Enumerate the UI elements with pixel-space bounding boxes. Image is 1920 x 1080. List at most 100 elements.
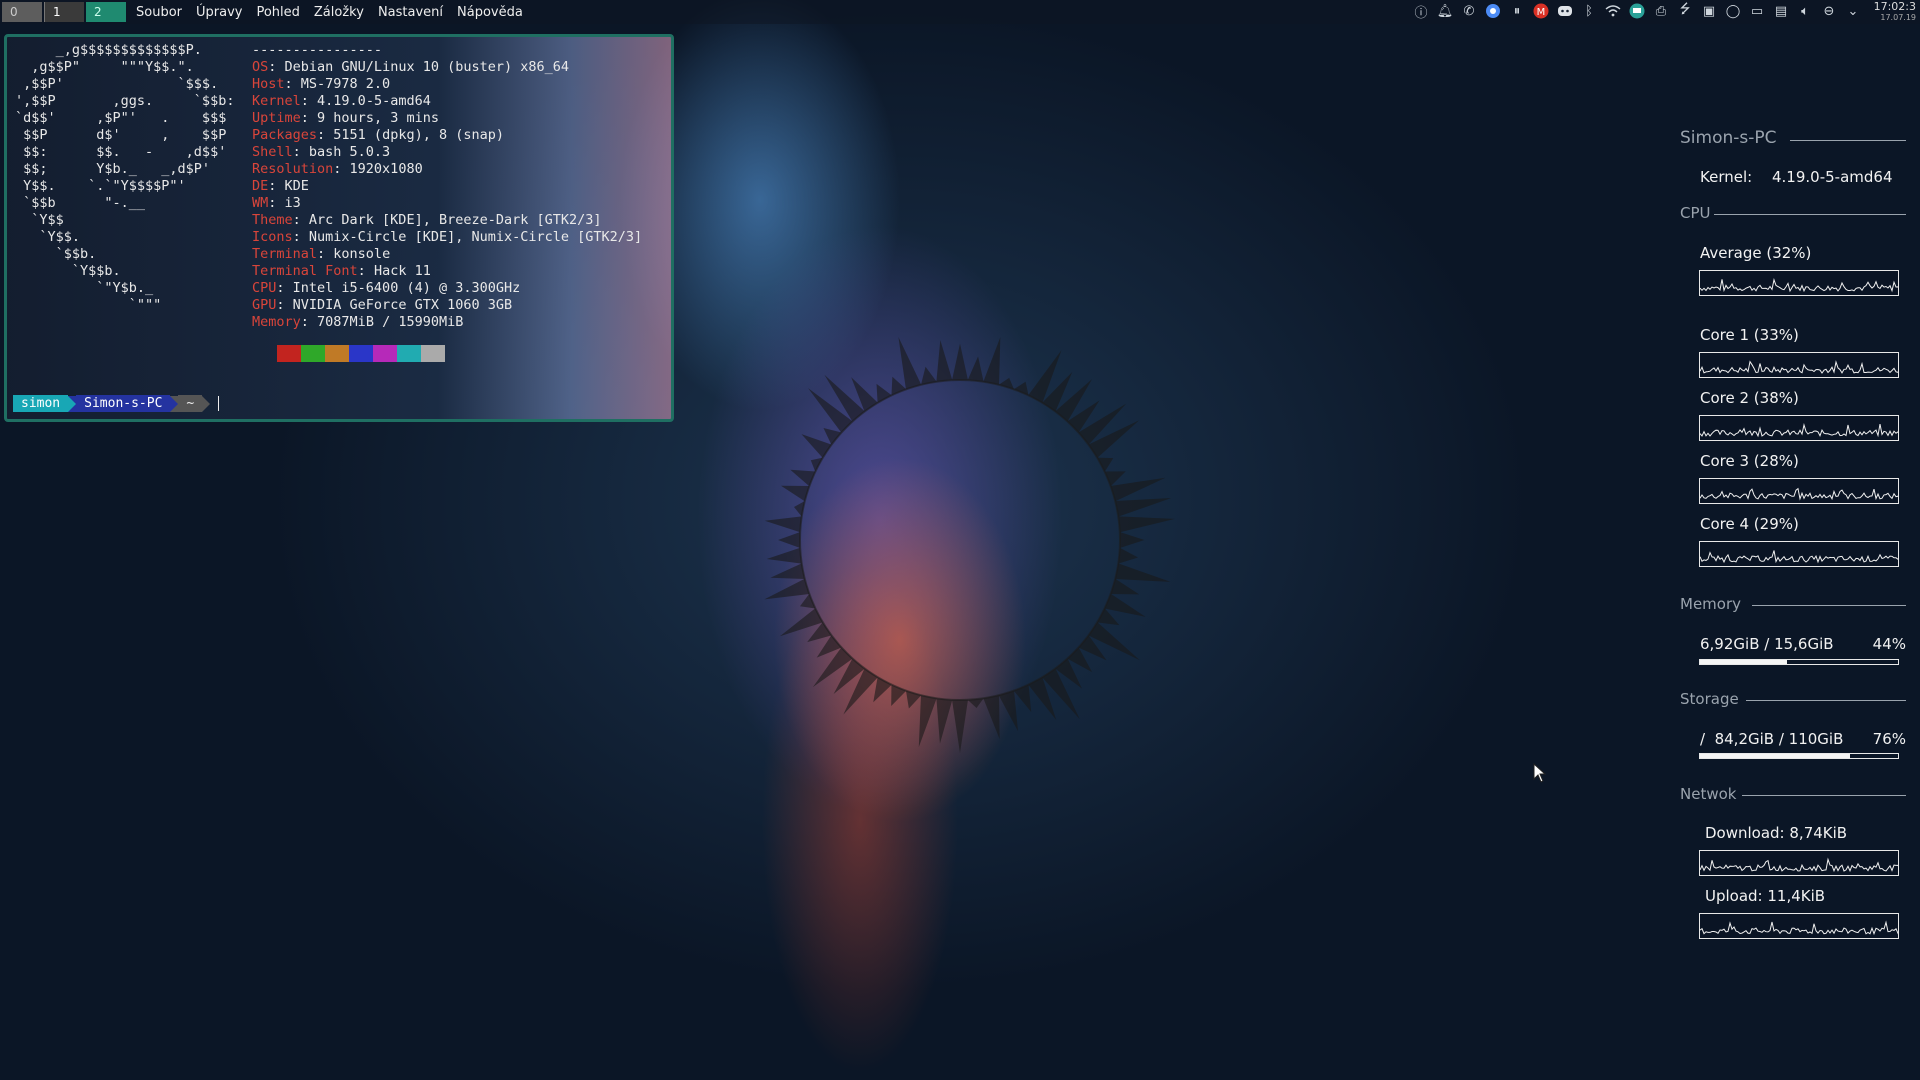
info-key: Theme [252,212,293,228]
shell-prompt[interactable]: simon Simon-s-PC ~ [13,395,220,412]
whatsapp-icon[interactable]: ✆ [1460,2,1478,20]
info-key: Terminal Font [252,263,358,279]
visualizer-spike [898,337,922,390]
info-key: WM [252,195,269,211]
memory-section-title: Memory [1680,595,1906,615]
color-swatch [349,345,373,362]
storage-bar [1699,753,1899,759]
info-key: Packages [252,127,318,143]
info-row: DE: KDE [252,178,642,195]
bluetooth-icon[interactable]: ᛒ [1580,2,1598,20]
cpu-core-graph [1699,352,1899,378]
visualizer-spike [1118,547,1138,564]
bulb-icon[interactable]: ◯ [1724,2,1742,20]
display-icon[interactable]: ▭ [1748,2,1766,20]
memory-percent: 44% [1872,635,1906,653]
menu-napoveda[interactable]: Nápověda [457,5,523,20]
konsole-terminal-window[interactable]: _,g$$$$$$$$$$$$$P. ,g$$P" """Y$$.". ,$$P… [4,34,674,422]
info-row: Resolution: 1920x1080 [252,161,642,178]
cpu-core-graph [1699,541,1899,567]
visualizer-spike [891,684,907,707]
info-row: Uptime: 9 hours, 3 mins [252,110,642,127]
color-swatch [397,345,421,362]
menu-pohled[interactable]: Pohled [256,5,299,20]
discord-icon[interactable] [1556,2,1574,20]
info-key: Host [252,76,285,92]
visualizer-spike [1115,497,1172,517]
info-value: Intel i5-6400 (4) @ 3.300GHz [292,280,521,296]
info-colon: : [300,110,318,126]
info-row: GPU: NVIDIA GeForce GTX 1060 3GB [252,297,642,314]
text-cursor [218,396,220,411]
update-icon[interactable]: ⊖ [1820,2,1838,20]
clock-time: 17:02:3 [1873,0,1916,13]
wifi-icon[interactable] [1604,2,1622,20]
host-section-title: Simon-s-PC [1680,128,1906,148]
cpu-core-label: Core 2 (38%) [1700,389,1799,407]
memory-title: Memory [1680,595,1742,613]
bell-icon[interactable]: 🔔︎ [1436,2,1454,20]
menu-upravy[interactable]: Úpravy [196,5,242,20]
info-value: 4.19.0-5-amd64 [317,93,431,109]
volume-icon[interactable]: 🔈︎ [1796,2,1814,20]
printer-icon[interactable]: ⎙ [1652,2,1670,20]
workspace-0-button[interactable]: 0 [2,2,42,22]
visualizer-spike [764,516,802,533]
gmail-icon[interactable]: M [1532,2,1550,20]
info-icon[interactable]: ⓘ [1412,2,1430,21]
info-value: 9 hours, 3 mins [317,110,439,126]
kernel-label: Kernel: [1700,168,1753,186]
color-swatches [277,345,445,362]
color-swatch [373,345,397,362]
info-colon: : [292,212,309,228]
disk-icon[interactable]: ▤ [1772,2,1790,20]
monitor-icon[interactable] [1628,2,1646,20]
cpu-section-title: CPU [1680,204,1906,224]
info-key: Resolution [252,161,334,177]
visualizer-spike [1110,477,1166,502]
cpu-core-label: Core 4 (29%) [1700,515,1799,533]
pause-icon[interactable]: ⏸ [1508,2,1526,20]
info-row: Shell: bash 5.0.3 [252,144,642,161]
graph-line [1700,487,1898,501]
visualizer-spike [1118,516,1175,533]
info-value: Debian GNU/Linux 10 (buster) x86_64 [284,59,570,75]
prompt-arrow-icon [202,395,211,412]
visualizer-spike [920,366,937,385]
visualizer-spike [998,690,1018,732]
info-value: i3 [284,195,301,211]
clipboard-icon[interactable]: ▣ [1700,2,1718,20]
info-value: 5151 (dpkg), 8 (snap) [333,127,504,143]
info-colon: : [276,297,293,313]
info-colon: : [357,263,374,279]
visualizer-spike [790,469,816,487]
info-colon: : [284,76,301,92]
visualizer-spike [1104,593,1146,617]
menu-nastaveni[interactable]: Nastavení [378,5,443,20]
clock[interactable]: 17:02:3 17.07.19 [1874,1,1916,23]
menu-zalozky[interactable]: Záložky [314,5,364,20]
info-value: Numix-Circle [KDE], Numix-Circle [GTK2/3… [308,229,643,245]
cpu-core-graph [1699,415,1899,441]
workspace-2-button[interactable]: 2 [86,2,126,22]
info-separator: ---------------- [252,42,383,58]
chevron-down-icon[interactable]: ⌄ [1844,2,1862,20]
info-row: Terminal Font: Hack 11 [252,263,642,280]
memory-bar [1699,659,1899,665]
info-colon: : [268,59,285,75]
clock-date: 17.07.19 [1880,13,1916,22]
graph-line [1700,360,1898,374]
workspace-1-button[interactable]: 1 [44,2,84,22]
menu-soubor[interactable]: Soubor [136,5,182,20]
cpu-average-label: Average (32%) [1700,244,1812,262]
prompt-host: Simon-s-PC [76,395,171,412]
cpu-core-label: Core 3 (28%) [1700,452,1799,470]
chrome-icon[interactable] [1484,2,1502,20]
usb-icon[interactable]: ⭍ [1676,2,1694,20]
graph-line [1700,423,1898,438]
info-key: DE [252,178,269,194]
visualizer-spike [952,699,968,753]
info-colon: : [317,246,334,262]
info-value: KDE [284,178,309,194]
info-value: Hack 11 [373,263,431,279]
